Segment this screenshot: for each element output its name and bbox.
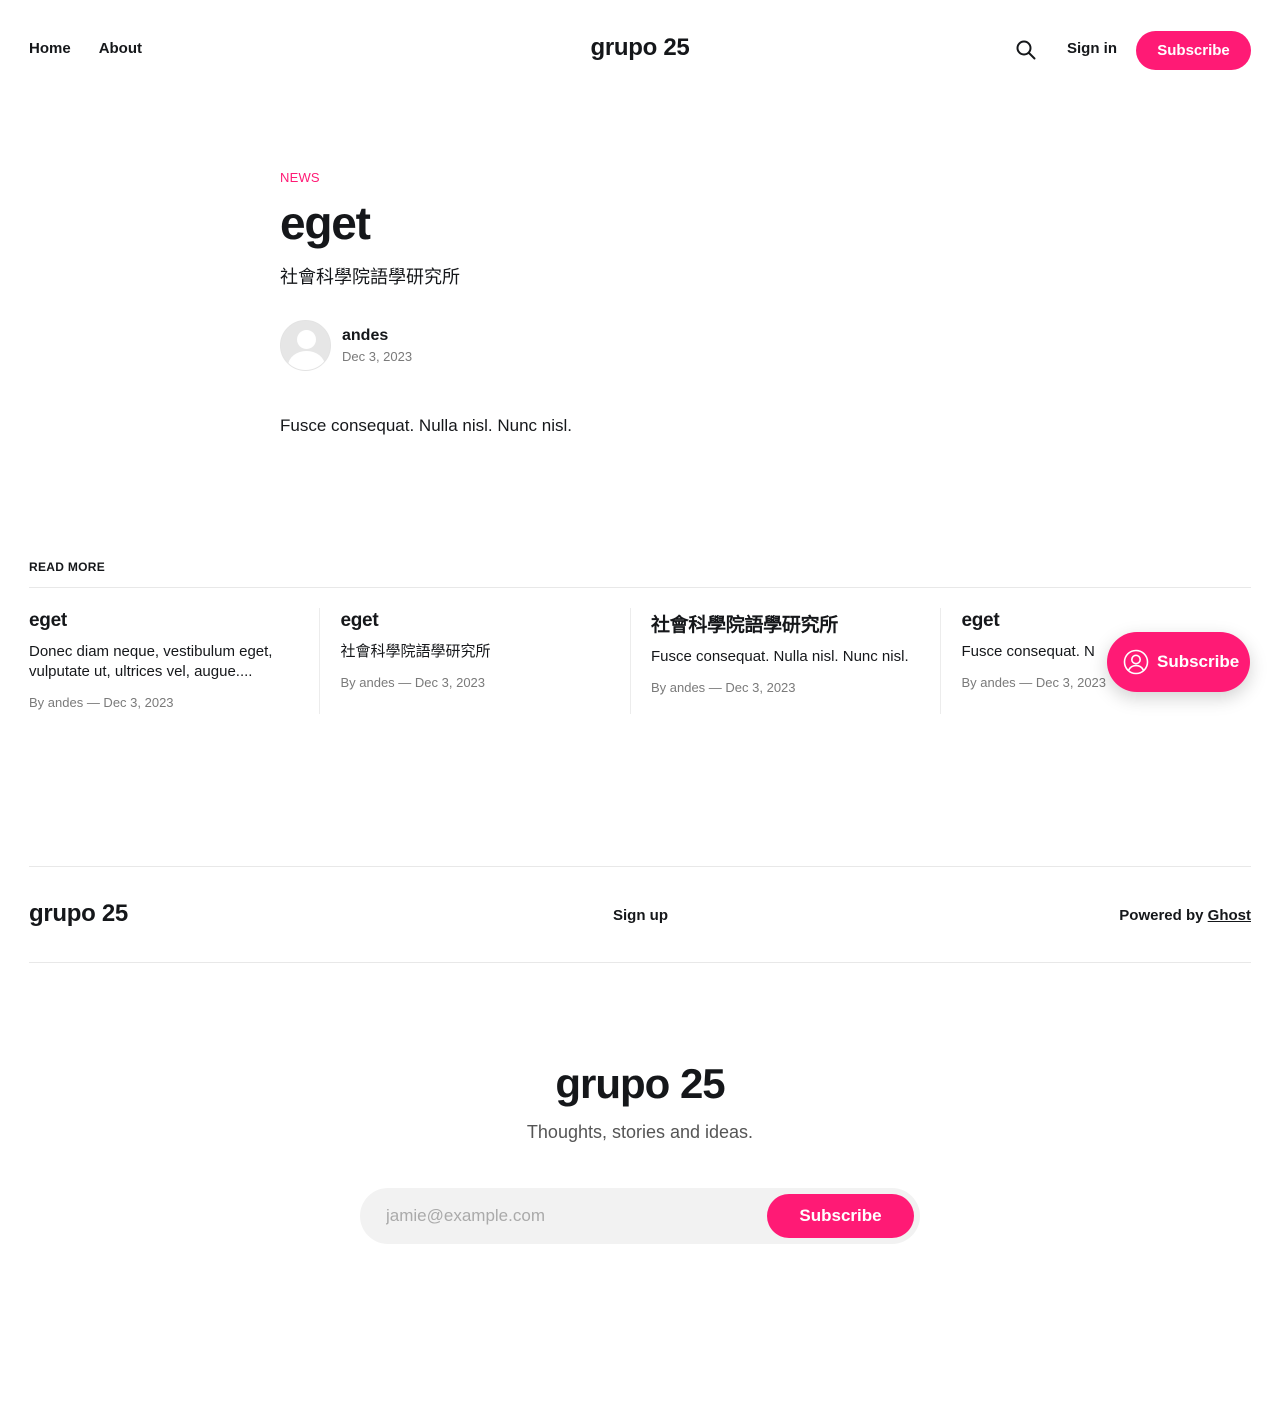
post-card-meta: By andes — Dec 3, 2023 (340, 675, 486, 690)
byline-text: andes Dec 3, 2023 (342, 327, 412, 364)
author-avatar[interactable] (280, 320, 331, 371)
post-card-title[interactable]: eget (29, 610, 299, 632)
article-tag[interactable]: NEWS (280, 170, 1000, 185)
post-card-excerpt: 社會科學院語學研究所 (340, 643, 491, 660)
subscribe-cta: grupo 25 Thoughts, stories and ideas. (0, 1060, 1280, 1143)
post-card[interactable]: eget 社會科學院語學研究所 By andes — Dec 3, 2023 (319, 608, 630, 714)
read-more-cards: eget Donec diam neque, vestibulum eget, … (29, 608, 1251, 714)
article-content: Fusce consequat. Nulla nisl. Nunc nisl. (280, 416, 572, 435)
avatar-head-shape (297, 330, 316, 349)
powered-by: Powered by Ghost (1119, 907, 1251, 924)
cta-title: grupo 25 (555, 1060, 725, 1107)
site-logo-link[interactable]: grupo 25 (591, 34, 690, 61)
post-card[interactable]: 社會科學院語學研究所 Fusce consequat. Nulla nisl. … (629, 608, 941, 714)
read-more-section: READ MORE eget Donec diam neque, vestibu… (29, 560, 1251, 714)
article-excerpt: 社會科學院語學研究所 (280, 267, 460, 288)
cta-subtitle: Thoughts, stories and ideas. (526, 1122, 754, 1142)
post-card-excerpt: Donec diam neque, vestibulum eget, vulpu… (29, 643, 273, 680)
post-card-excerpt: Fusce consequat. Nulla nisl. Nunc nisl. (650, 648, 909, 665)
post-card[interactable]: eget Donec diam neque, vestibulum eget, … (29, 608, 319, 714)
signin-link[interactable]: Sign in (1067, 40, 1117, 57)
floating-subscribe-button[interactable]: Subscribe (1107, 632, 1250, 692)
article: NEWS eget 社會科學院語學研究所 andes Dec 3, 2023 F… (280, 170, 1000, 435)
subscribe-form: Subscribe (360, 1188, 920, 1244)
email-input[interactable] (386, 1188, 756, 1244)
search-icon[interactable] (1015, 39, 1037, 61)
post-card-meta: By andes — Dec 3, 2023 (29, 695, 174, 710)
avatar-body-shape (288, 351, 325, 370)
article-title: eget (280, 197, 371, 249)
member-icon (1123, 649, 1149, 675)
header-subscribe-button[interactable]: Subscribe (1136, 31, 1251, 70)
post-card-title[interactable]: eget (961, 610, 1231, 632)
post-card-title[interactable]: eget (340, 610, 610, 632)
site-footer: grupo 25 Sign up Powered by Ghost (29, 866, 1251, 963)
post-card-title[interactable]: 社會科學院語學研究所 (651, 610, 921, 637)
author-name[interactable]: andes (342, 327, 412, 345)
article-date: Dec 3, 2023 (342, 349, 413, 364)
read-more-title: READ MORE (29, 560, 1251, 588)
site-header: Home About grupo 25 Sign in Subscribe (0, 0, 1280, 100)
post-card-meta: By andes — Dec 3, 2023 (650, 680, 796, 695)
ghost-link[interactable]: Ghost (1208, 907, 1251, 924)
article-byline: andes Dec 3, 2023 (280, 320, 412, 371)
floating-subscribe-label: Subscribe (1157, 652, 1240, 671)
powered-by-text: Powered by (1119, 907, 1208, 924)
footer-logo[interactable]: grupo 25 (29, 900, 128, 928)
cta-subscribe-button[interactable]: Subscribe (767, 1194, 914, 1238)
footer-signup-link[interactable]: Sign up (613, 907, 668, 924)
